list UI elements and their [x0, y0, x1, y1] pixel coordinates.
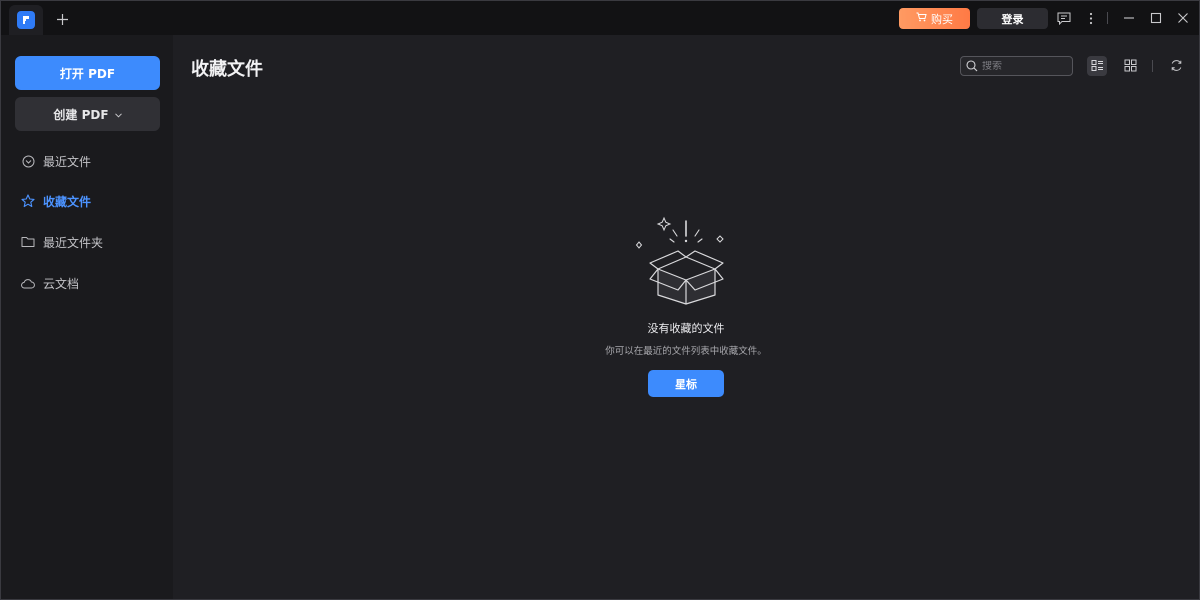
sidebar-item-favorites[interactable]: 收藏文件 — [15, 187, 165, 215]
plus-icon[interactable] — [52, 9, 72, 29]
empty-state-subtitle: 你可以在最近的文件列表中收藏文件。 — [605, 346, 767, 357]
feedback-icon[interactable] — [1056, 10, 1072, 26]
star-icon — [21, 194, 35, 208]
star-button[interactable]: 星标 — [648, 370, 724, 397]
sidebar-item-label: 最近文件夹 — [43, 235, 104, 250]
create-pdf-label: 创建 PDF — [53, 107, 109, 122]
grid-view-button[interactable] — [1120, 56, 1140, 76]
title-bar: 购买 登录 — [1, 1, 1199, 35]
folder-icon — [21, 235, 35, 249]
login-button[interactable]: 登录 — [977, 8, 1048, 29]
search-box[interactable] — [960, 56, 1073, 76]
cloud-icon — [21, 276, 35, 290]
search-input[interactable] — [982, 60, 1067, 72]
sidebar-item-cloud-docs[interactable]: 云文档 — [15, 269, 165, 297]
titlebar-divider — [1107, 12, 1108, 24]
refresh-button[interactable] — [1166, 56, 1186, 76]
more-vertical-icon[interactable] — [1083, 10, 1099, 26]
app-window: 购买 登录 打开 PDF 创建 PDF 最近文件 收藏文件 最近文件夹 云文档 … — [0, 0, 1200, 600]
grid-view-icon — [1124, 57, 1137, 76]
sidebar-item-recent-files[interactable]: 最近文件 — [15, 147, 165, 175]
search-icon — [966, 57, 978, 76]
sidebar: 打开 PDF 创建 PDF 最近文件 收藏文件 最近文件夹 云文档 — [1, 35, 173, 599]
sidebar-item-label: 收藏文件 — [43, 194, 92, 209]
toolbar-divider — [1152, 60, 1153, 72]
empty-state-title: 没有收藏的文件 — [647, 322, 725, 335]
refresh-icon — [1170, 57, 1183, 76]
sidebar-item-recent-folders[interactable]: 最近文件夹 — [15, 228, 165, 256]
main-content: 收藏文件 搜索 没有收藏的文件 你可以在最近的文件列表中收藏文件。 星标 — [173, 35, 1199, 599]
sidebar-item-label: 最近文件 — [43, 154, 92, 169]
empty-box-icon — [631, 209, 731, 309]
minimize-icon[interactable] — [1121, 10, 1137, 26]
cart-icon — [916, 12, 927, 25]
clock-icon — [21, 154, 35, 168]
list-view-button[interactable] — [1087, 56, 1107, 76]
create-pdf-button[interactable]: 创建 PDF — [15, 97, 160, 131]
maximize-icon[interactable] — [1148, 10, 1164, 26]
list-view-icon — [1091, 57, 1104, 76]
close-icon[interactable] — [1175, 10, 1191, 26]
page-title: 收藏文件 — [191, 59, 263, 80]
open-pdf-button[interactable]: 打开 PDF — [15, 56, 160, 90]
app-logo-icon — [17, 11, 35, 29]
document-tab[interactable] — [9, 5, 43, 35]
buy-label: 购买 — [931, 12, 953, 26]
chevron-down-icon — [114, 107, 122, 121]
buy-button[interactable]: 购买 — [899, 8, 970, 29]
sidebar-item-label: 云文档 — [43, 276, 80, 291]
